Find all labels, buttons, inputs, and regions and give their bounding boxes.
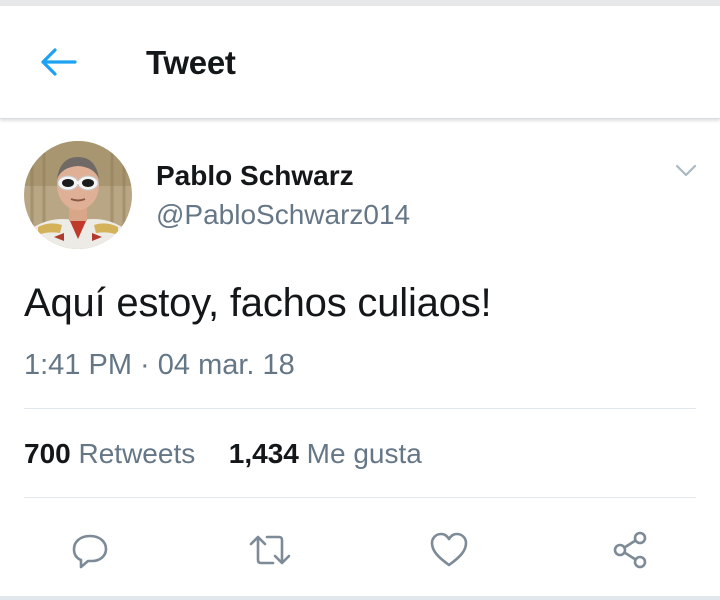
likes-stat[interactable]: 1,434 Me gusta <box>229 438 422 469</box>
likes-label: Me gusta <box>306 438 422 469</box>
likes-count: 1,434 <box>228 438 299 469</box>
author-display-name[interactable]: Pablo Schwarz <box>156 160 354 192</box>
tweet-timestamp[interactable]: 1:41 PM · 04 mar. 18 <box>24 349 295 382</box>
tweet-menu-button[interactable] <box>668 157 704 185</box>
divider <box>24 408 696 409</box>
back-arrow-icon <box>41 48 77 76</box>
chevron-down-icon <box>675 164 697 177</box>
retweets-count: 700 <box>24 438 71 469</box>
share-button[interactable] <box>602 522 658 578</box>
retweets-label: Retweets <box>78 438 196 469</box>
bottom-edge <box>0 596 720 600</box>
avatar[interactable] <box>24 141 132 249</box>
app-header: Tweet <box>0 6 720 119</box>
tweet-text: Aquí estoy, fachos culiaos! <box>24 281 492 325</box>
like-icon <box>430 532 468 567</box>
avatar-image <box>24 141 132 249</box>
like-button[interactable] <box>421 522 477 578</box>
author-handle[interactable]: @PabloSchwarz014 <box>156 199 410 231</box>
back-button[interactable] <box>30 42 86 82</box>
retweets-stat[interactable]: 700 Retweets <box>24 438 203 469</box>
reply-icon <box>72 534 108 569</box>
page-title: Tweet <box>146 44 236 81</box>
retweet-button[interactable] <box>242 522 298 578</box>
retweet-icon <box>249 535 291 565</box>
reply-button[interactable] <box>62 522 118 578</box>
divider <box>24 497 696 498</box>
tweet-stats: 700 Retweets 1,434 Me gusta <box>24 438 422 470</box>
tweet-action-bar <box>0 522 720 578</box>
share-icon <box>613 531 647 569</box>
